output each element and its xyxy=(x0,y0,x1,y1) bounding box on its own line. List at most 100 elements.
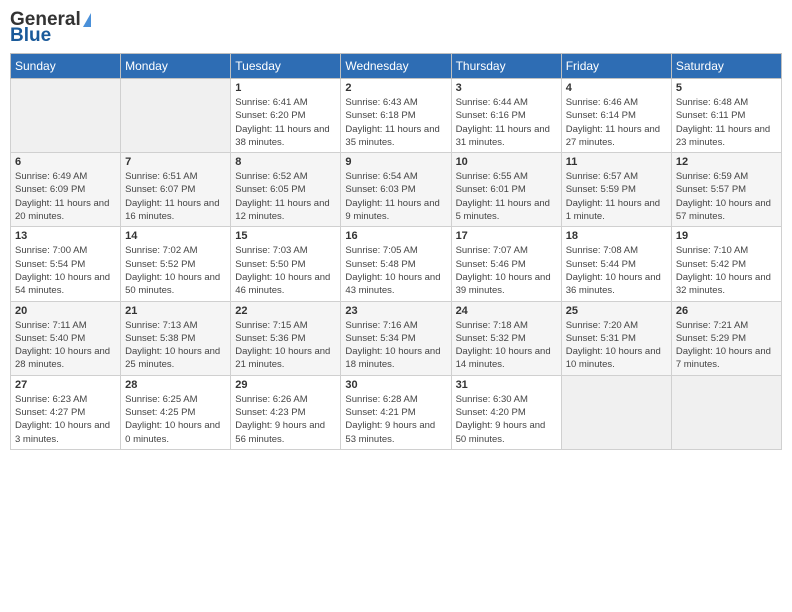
calendar-cell: 9 Sunrise: 6:54 AM Sunset: 6:03 PM Daylig… xyxy=(341,153,451,227)
calendar-week-row: 13 Sunrise: 7:00 AM Sunset: 5:54 PM Dayli… xyxy=(11,227,782,301)
calendar-cell: 21 Sunrise: 7:13 AM Sunset: 5:38 PM Dayli… xyxy=(121,301,231,375)
day-number: 16 xyxy=(345,230,446,242)
calendar-cell: 28Sunrise: 6:25 AM Sunset: 4:25 PM Dayli… xyxy=(121,375,231,449)
calendar-week-row: 1Sunrise: 6:41 AM Sunset: 6:20 PM Daylig… xyxy=(11,79,782,153)
calendar-cell: 20Sunrise: 7:11 AM Sunset: 5:40 PM Dayli… xyxy=(11,301,121,375)
calendar-cell: 29 Sunrise: 6:26 AM Sunset: 4:23 PM Dayli… xyxy=(231,375,341,449)
calendar-cell: 18 Sunrise: 7:08 AM Sunset: 5:44 PM Dayli… xyxy=(561,227,671,301)
day-number: 9 xyxy=(345,156,446,168)
day-info: Sunrise: 7:16 AM Sunset: 5:34 PM Dayligh… xyxy=(345,320,440,371)
day-info: Sunrise: 6:43 AM Sunset: 6:18 PM Dayligh… xyxy=(345,97,439,148)
day-number: 25 xyxy=(566,305,667,317)
day-number: 13 xyxy=(15,230,116,242)
logo-triangle-icon xyxy=(83,13,91,27)
day-info: Sunrise: 7:00 AM Sunset: 5:54 PM Dayligh… xyxy=(15,245,110,296)
calendar-cell: 1Sunrise: 6:41 AM Sunset: 6:20 PM Daylig… xyxy=(231,79,341,153)
calendar-header-row: SundayMondayTuesdayWednesdayThursdayFrid… xyxy=(11,54,782,79)
day-info: Sunrise: 7:05 AM Sunset: 5:48 PM Dayligh… xyxy=(345,245,440,296)
day-number: 4 xyxy=(566,82,667,94)
day-number: 23 xyxy=(345,305,446,317)
day-info: Sunrise: 6:52 AM Sunset: 6:05 PM Dayligh… xyxy=(235,171,329,222)
calendar-cell: 27 Sunrise: 6:23 AM Sunset: 4:27 PM Dayli… xyxy=(11,375,121,449)
calendar-week-row: 6 Sunrise: 6:49 AM Sunset: 6:09 PM Daylig… xyxy=(11,153,782,227)
column-header-friday: Friday xyxy=(561,54,671,79)
calendar-cell: 25 Sunrise: 7:20 AM Sunset: 5:31 PM Dayli… xyxy=(561,301,671,375)
calendar-cell: 6 Sunrise: 6:49 AM Sunset: 6:09 PM Daylig… xyxy=(11,153,121,227)
day-info: Sunrise: 7:02 AM Sunset: 5:52 PM Dayligh… xyxy=(125,245,220,296)
calendar-cell: 22Sunrise: 7:15 AM Sunset: 5:36 PM Dayli… xyxy=(231,301,341,375)
day-number: 17 xyxy=(456,230,557,242)
calendar-cell: 16 Sunrise: 7:05 AM Sunset: 5:48 PM Dayli… xyxy=(341,227,451,301)
day-info: Sunrise: 6:48 AM Sunset: 6:11 PM Dayligh… xyxy=(676,97,770,148)
day-info: Sunrise: 7:18 AM Sunset: 5:32 PM Dayligh… xyxy=(456,320,551,371)
day-number: 7 xyxy=(125,156,226,168)
day-info: Sunrise: 6:54 AM Sunset: 6:03 PM Dayligh… xyxy=(345,171,439,222)
day-info: Sunrise: 6:25 AM Sunset: 4:25 PM Dayligh… xyxy=(125,394,220,445)
day-number: 29 xyxy=(235,379,336,391)
column-header-thursday: Thursday xyxy=(451,54,561,79)
day-number: 26 xyxy=(676,305,777,317)
calendar-cell: 23 Sunrise: 7:16 AM Sunset: 5:34 PM Dayli… xyxy=(341,301,451,375)
day-number: 27 xyxy=(15,379,116,391)
day-number: 14 xyxy=(125,230,226,242)
calendar-cell xyxy=(121,79,231,153)
day-number: 11 xyxy=(566,156,667,168)
day-number: 3 xyxy=(456,82,557,94)
logo-blue: Blue xyxy=(10,26,91,45)
day-number: 18 xyxy=(566,230,667,242)
day-number: 15 xyxy=(235,230,336,242)
calendar-cell xyxy=(671,375,781,449)
day-number: 2 xyxy=(345,82,446,94)
calendar-cell: 4 Sunrise: 6:46 AM Sunset: 6:14 PM Daylig… xyxy=(561,79,671,153)
day-info: Sunrise: 6:46 AM Sunset: 6:14 PM Dayligh… xyxy=(566,97,660,148)
calendar-cell: 19 Sunrise: 7:10 AM Sunset: 5:42 PM Dayli… xyxy=(671,227,781,301)
day-info: Sunrise: 6:49 AM Sunset: 6:09 PM Dayligh… xyxy=(15,171,109,222)
day-info: Sunrise: 7:08 AM Sunset: 5:44 PM Dayligh… xyxy=(566,245,661,296)
calendar-cell: 31 Sunrise: 6:30 AM Sunset: 4:20 PM Dayli… xyxy=(451,375,561,449)
day-info: Sunrise: 6:59 AM Sunset: 5:57 PM Dayligh… xyxy=(676,171,771,222)
day-info: Sunrise: 7:21 AM Sunset: 5:29 PM Dayligh… xyxy=(676,320,771,371)
calendar-cell: 10 Sunrise: 6:55 AM Sunset: 6:01 PM Dayli… xyxy=(451,153,561,227)
day-number: 30 xyxy=(345,379,446,391)
day-info: Sunrise: 7:20 AM Sunset: 5:31 PM Dayligh… xyxy=(566,320,661,371)
calendar-cell: 7 Sunrise: 6:51 AM Sunset: 6:07 PM Daylig… xyxy=(121,153,231,227)
logo: General Blue xyxy=(10,10,91,45)
day-info: Sunrise: 6:30 AM Sunset: 4:20 PM Dayligh… xyxy=(456,394,546,445)
day-info: Sunrise: 7:13 AM Sunset: 5:38 PM Dayligh… xyxy=(125,320,220,371)
day-number: 12 xyxy=(676,156,777,168)
calendar-week-row: 27 Sunrise: 6:23 AM Sunset: 4:27 PM Dayli… xyxy=(11,375,782,449)
calendar-cell: 3 Sunrise: 6:44 AM Sunset: 6:16 PM Daylig… xyxy=(451,79,561,153)
day-number: 21 xyxy=(125,305,226,317)
day-info: Sunrise: 6:23 AM Sunset: 4:27 PM Dayligh… xyxy=(15,394,110,445)
column-header-wednesday: Wednesday xyxy=(341,54,451,79)
column-header-tuesday: Tuesday xyxy=(231,54,341,79)
day-info: Sunrise: 6:55 AM Sunset: 6:01 PM Dayligh… xyxy=(456,171,550,222)
calendar-table: SundayMondayTuesdayWednesdayThursdayFrid… xyxy=(10,53,782,450)
day-number: 19 xyxy=(676,230,777,242)
day-info: Sunrise: 7:11 AM Sunset: 5:40 PM Dayligh… xyxy=(15,320,110,371)
day-number: 10 xyxy=(456,156,557,168)
calendar-cell xyxy=(11,79,121,153)
day-info: Sunrise: 6:51 AM Sunset: 6:07 PM Dayligh… xyxy=(125,171,219,222)
calendar-cell: 5 Sunrise: 6:48 AM Sunset: 6:11 PM Daylig… xyxy=(671,79,781,153)
day-info: Sunrise: 7:07 AM Sunset: 5:46 PM Dayligh… xyxy=(456,245,551,296)
calendar-cell: 13 Sunrise: 7:00 AM Sunset: 5:54 PM Dayli… xyxy=(11,227,121,301)
day-info: Sunrise: 6:28 AM Sunset: 4:21 PM Dayligh… xyxy=(345,394,435,445)
calendar-cell: 15 Sunrise: 7:03 AM Sunset: 5:50 PM Dayli… xyxy=(231,227,341,301)
calendar-cell: 12 Sunrise: 6:59 AM Sunset: 5:57 PM Dayli… xyxy=(671,153,781,227)
day-number: 31 xyxy=(456,379,557,391)
day-number: 1 xyxy=(235,82,336,94)
column-header-sunday: Sunday xyxy=(11,54,121,79)
day-number: 22 xyxy=(235,305,336,317)
calendar-cell: 11Sunrise: 6:57 AM Sunset: 5:59 PM Dayli… xyxy=(561,153,671,227)
day-number: 6 xyxy=(15,156,116,168)
day-info: Sunrise: 7:10 AM Sunset: 5:42 PM Dayligh… xyxy=(676,245,771,296)
calendar-cell: 2 Sunrise: 6:43 AM Sunset: 6:18 PM Daylig… xyxy=(341,79,451,153)
day-info: Sunrise: 6:44 AM Sunset: 6:16 PM Dayligh… xyxy=(456,97,550,148)
day-info: Sunrise: 6:26 AM Sunset: 4:23 PM Dayligh… xyxy=(235,394,325,445)
calendar-week-row: 20Sunrise: 7:11 AM Sunset: 5:40 PM Dayli… xyxy=(11,301,782,375)
day-info: Sunrise: 7:03 AM Sunset: 5:50 PM Dayligh… xyxy=(235,245,330,296)
day-number: 8 xyxy=(235,156,336,168)
day-number: 5 xyxy=(676,82,777,94)
calendar-cell xyxy=(561,375,671,449)
